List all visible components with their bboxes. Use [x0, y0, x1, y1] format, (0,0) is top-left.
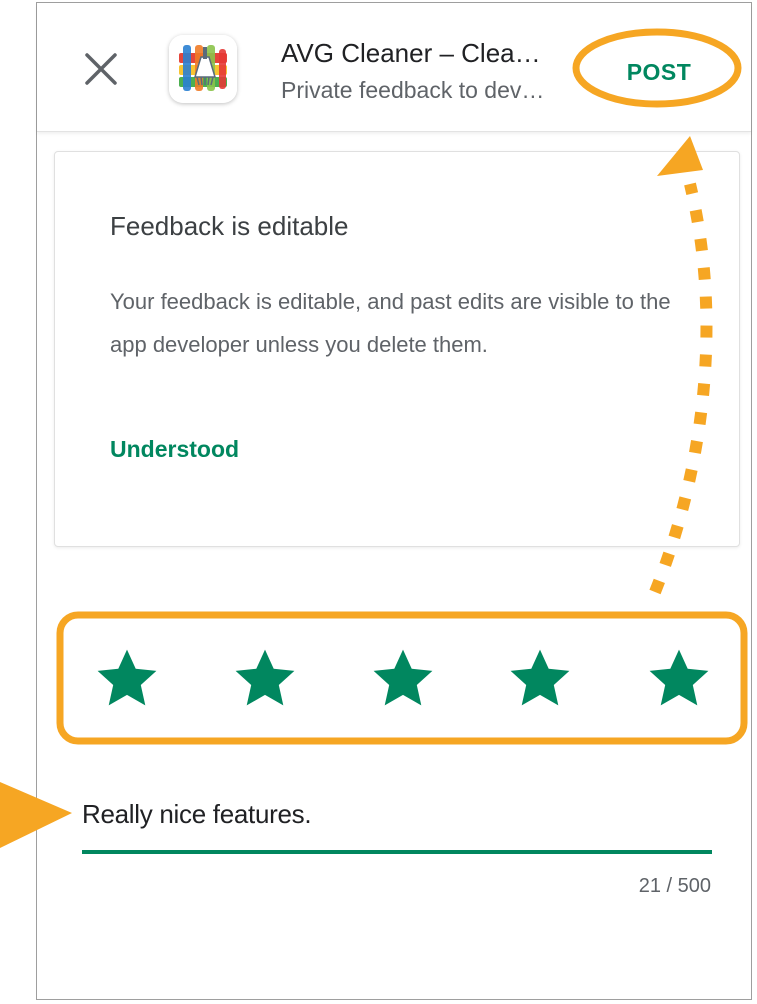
star-4-button[interactable]: [504, 643, 576, 715]
app-subtitle: Private feedback to dev…: [281, 77, 545, 103]
star-1-button[interactable]: [91, 643, 163, 715]
post-button[interactable]: POST: [597, 49, 721, 95]
avg-cleaner-app-icon: [169, 35, 237, 103]
app-title: AVG Cleaner – Clea…: [281, 38, 541, 68]
star-icon: [510, 649, 570, 706]
review-input-underline: [82, 850, 712, 854]
close-icon: [85, 53, 117, 85]
understood-button[interactable]: Understood: [110, 436, 239, 463]
star-5-button[interactable]: [643, 643, 715, 715]
review-input[interactable]: Really nice features.: [82, 799, 712, 830]
app-window: AVG Cleaner – Clea… Private feedback to …: [36, 2, 752, 1000]
app-icon: [169, 35, 237, 103]
feedback-notice-card: Feedback is editable Your feedback is ed…: [54, 151, 740, 547]
star-3-button[interactable]: [367, 643, 439, 715]
close-button[interactable]: [81, 49, 121, 89]
star-rating: [77, 643, 727, 723]
star-icon: [97, 649, 157, 706]
card-title: Feedback is editable: [110, 211, 349, 241]
star-2-button[interactable]: [229, 643, 301, 715]
star-icon: [649, 649, 709, 706]
star-icon: [373, 649, 433, 706]
top-app-bar: AVG Cleaner – Clea… Private feedback to …: [37, 3, 751, 132]
star-icon: [235, 649, 295, 706]
card-body: Your feedback is editable, and past edit…: [110, 289, 671, 357]
character-counter: 21 / 500: [638, 875, 711, 897]
